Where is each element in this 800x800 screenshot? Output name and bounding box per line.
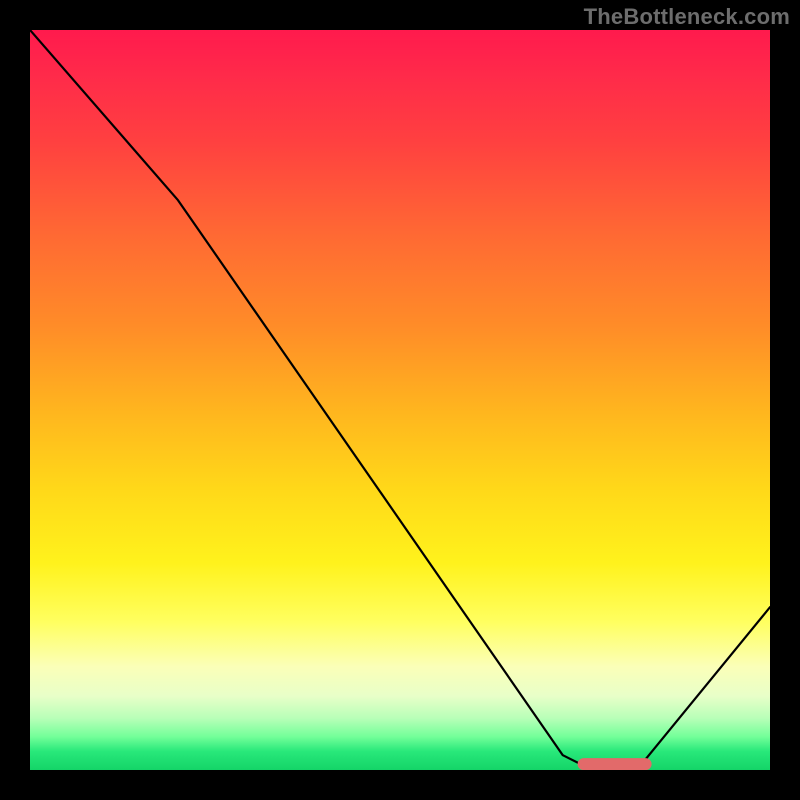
chart-frame: TheBottleneck.com [0,0,800,800]
optimal-range-marker [578,758,652,770]
watermark-text: TheBottleneck.com [584,4,790,30]
curve-layer [30,30,770,770]
plot-area [30,30,770,770]
bottleneck-curve [30,30,770,770]
